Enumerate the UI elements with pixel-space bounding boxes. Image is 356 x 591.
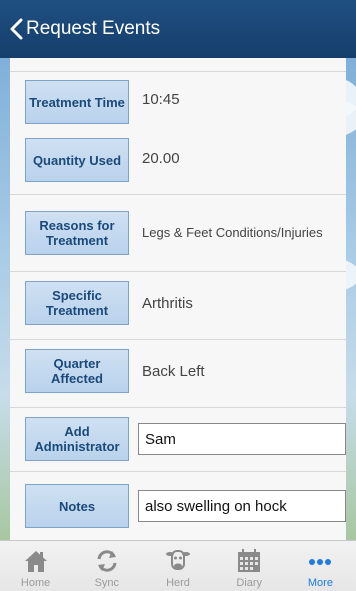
add-administrator-label: Add Administrator [25,417,129,461]
tab-label: Herd [166,577,190,589]
notes-label: Notes [25,484,129,528]
tab-diary[interactable]: Diary [214,541,285,591]
row-specific-treatment: Specific Treatment Arthritis [10,280,346,330]
divider [10,407,346,408]
more-icon [309,559,332,565]
tab-bar: Home Sync Herd Diary More [0,540,356,591]
row-treatment-time: Treatment Time 10:45 [10,76,346,126]
divider [10,471,346,472]
home-icon [24,551,47,572]
reasons-label: Reasons for Treatment [25,211,129,255]
treatment-time-value[interactable]: 10:45 [142,91,180,108]
specific-treatment-label: Specific Treatment [25,281,129,325]
row-reasons: Reasons for Treatment Legs & Feet Condit… [10,210,346,260]
row-add-administrator: Add Administrator [10,416,346,466]
form-panel: Treatment Time 10:45 Quantity Used 20.00… [10,58,346,540]
tab-label: Sync [94,577,120,589]
reasons-value[interactable]: Legs & Feet Conditions/Injuries [142,225,323,240]
divider [10,271,346,272]
tab-label: More [307,577,333,589]
tab-herd[interactable]: Herd [142,541,213,591]
treatment-time-label: Treatment Time [25,80,129,124]
tab-sync[interactable]: Sync [71,541,142,591]
administrator-input[interactable] [138,423,346,455]
tab-more[interactable]: More [285,541,356,591]
cow-icon [166,550,190,570]
row-quarter-affected: Quarter Affected Back Left [10,348,346,398]
divider [10,194,346,195]
divider [10,71,346,72]
tab-home[interactable]: Home [0,541,71,591]
specific-treatment-value[interactable]: Arthritis [142,295,193,312]
sync-icon [97,550,117,572]
nav-bar: Request Events [0,0,356,58]
quarter-affected-label: Quarter Affected [25,349,129,393]
quarter-affected-value[interactable]: Back Left [142,363,205,380]
notes-input[interactable] [138,490,346,522]
quantity-used-value[interactable]: 20.00 [142,150,180,167]
row-quantity-used: Quantity Used 20.00 [10,135,346,185]
quantity-used-label: Quantity Used [25,138,129,182]
back-button[interactable]: Request Events [0,0,160,58]
divider [10,339,346,340]
tab-label: Diary [236,577,263,589]
tab-label: Home [20,577,51,589]
chevron-left-icon [10,18,23,40]
row-notes: Notes [10,482,346,532]
nav-title: Request Events [26,18,161,39]
calendar-icon [238,549,261,572]
